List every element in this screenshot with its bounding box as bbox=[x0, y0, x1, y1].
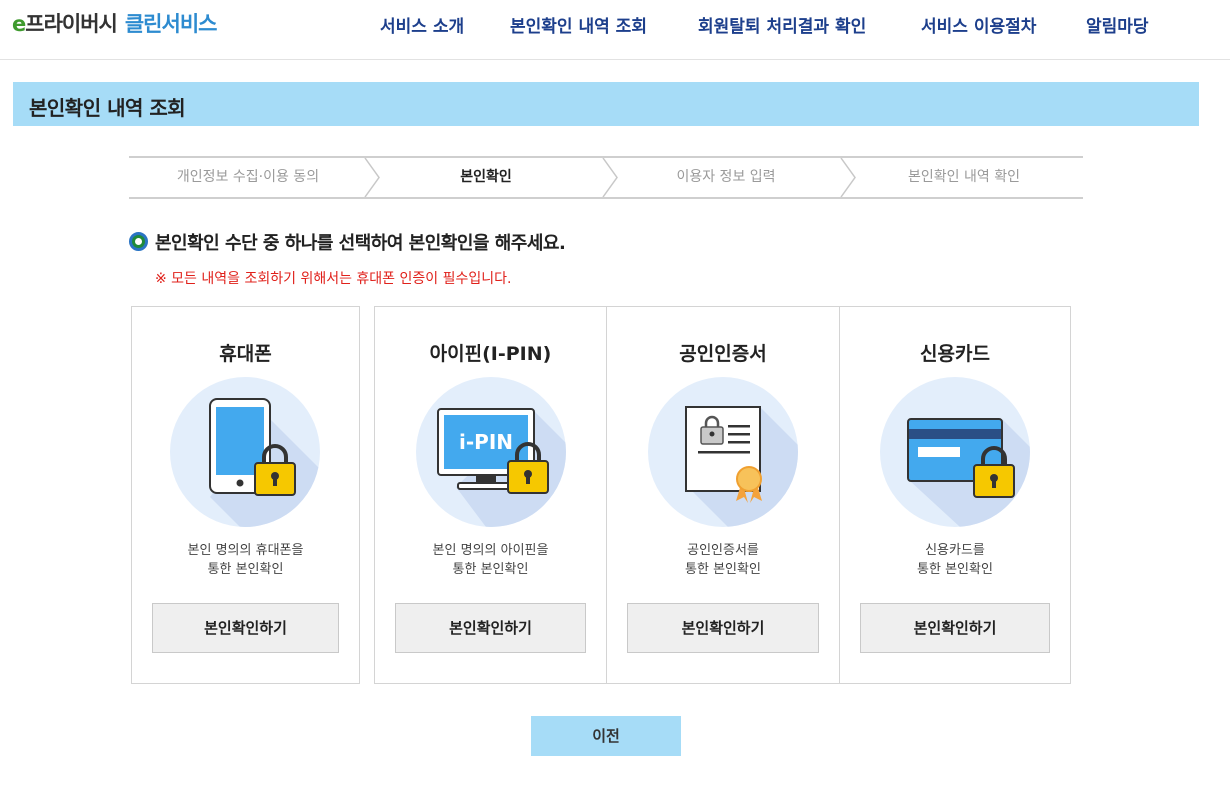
phone-lock-icon bbox=[170, 377, 320, 527]
method-card-phone: 휴대폰 본인 명의의 휴대폰을 통한 본인확인 본인확인하기 bbox=[131, 306, 360, 684]
required-notice: ※ 모든 내역을 조회하기 위해서는 휴대폰 인증이 필수입니다. bbox=[155, 271, 512, 287]
instruction-text: 본인확인 수단 중 하나를 선택하여 본인확인을 해주세요. bbox=[155, 233, 566, 254]
nav-item-notice-board[interactable]: 알림마당 bbox=[1086, 12, 1149, 37]
method-title: 휴대폰 bbox=[219, 343, 272, 365]
nav-item-withdrawal-result[interactable]: 회원탈퇴 처리결과 확인 bbox=[698, 12, 866, 37]
bullet-circle-icon bbox=[129, 232, 148, 251]
method-card-certificate: 공인인증서 공인인증서를 통한 본인확인 본인확인하기 bbox=[606, 306, 840, 684]
page-title-bar: 본인확인 내역 조회 bbox=[13, 82, 1199, 126]
ipin-label: i-PIN bbox=[459, 430, 513, 454]
site-logo[interactable]: e프라이버시 클린서비스 bbox=[12, 8, 217, 38]
method-description: 신용카드를 통한 본인확인 bbox=[917, 543, 993, 577]
verify-ipin-button[interactable]: 본인확인하기 bbox=[395, 603, 586, 653]
verify-credit-card-button[interactable]: 본인확인하기 bbox=[860, 603, 1050, 653]
nav-item-service-intro[interactable]: 서비스 소개 bbox=[380, 12, 464, 37]
certificate-icon bbox=[648, 377, 798, 527]
nav-item-usage-procedure[interactable]: 서비스 이용절차 bbox=[921, 12, 1036, 37]
method-description: 본인 명의의 휴대폰을 통한 본인확인 bbox=[187, 543, 304, 577]
verify-phone-button[interactable]: 본인확인하기 bbox=[152, 603, 339, 653]
method-title: 공인인증서 bbox=[679, 343, 767, 365]
step-verification: 본인확인 bbox=[460, 169, 512, 185]
credit-card-lock-icon bbox=[880, 377, 1030, 527]
method-description: 공인인증서를 통한 본인확인 bbox=[685, 543, 761, 577]
page-title: 본인확인 내역 조회 bbox=[29, 96, 186, 120]
method-description: 본인 명의의 아이핀을 통한 본인확인 bbox=[432, 543, 549, 577]
step-indicator: 개인정보 수집·이용 동의 본인확인 이용자 정보 입력 본인확인 내역 확인 bbox=[129, 156, 1083, 199]
method-title: 신용카드 bbox=[920, 343, 990, 365]
nav-item-verification-history[interactable]: 본인확인 내역 조회 bbox=[510, 12, 647, 37]
step-consent: 개인정보 수집·이용 동의 bbox=[176, 169, 320, 185]
method-title: 아이핀(I-PIN) bbox=[429, 343, 552, 365]
method-card-credit-card: 신용카드 신용카드를 통한 본인확인 본인확인하기 bbox=[839, 306, 1071, 684]
method-card-ipin: 아이핀(I-PIN) i-PIN 본인 명의의 아이핀을 통한 본인확인 본인확… bbox=[374, 306, 607, 684]
verify-certificate-button[interactable]: 본인확인하기 bbox=[627, 603, 819, 653]
prev-button[interactable]: 이전 bbox=[531, 716, 681, 756]
step-user-info: 이용자 정보 입력 bbox=[676, 169, 776, 185]
step-history-check: 본인확인 내역 확인 bbox=[908, 169, 1020, 185]
ipin-monitor-lock-icon: i-PIN bbox=[416, 377, 566, 527]
site-header: e프라이버시 클린서비스 서비스 소개 본인확인 내역 조회 회원탈퇴 처리결과 … bbox=[0, 0, 1230, 60]
